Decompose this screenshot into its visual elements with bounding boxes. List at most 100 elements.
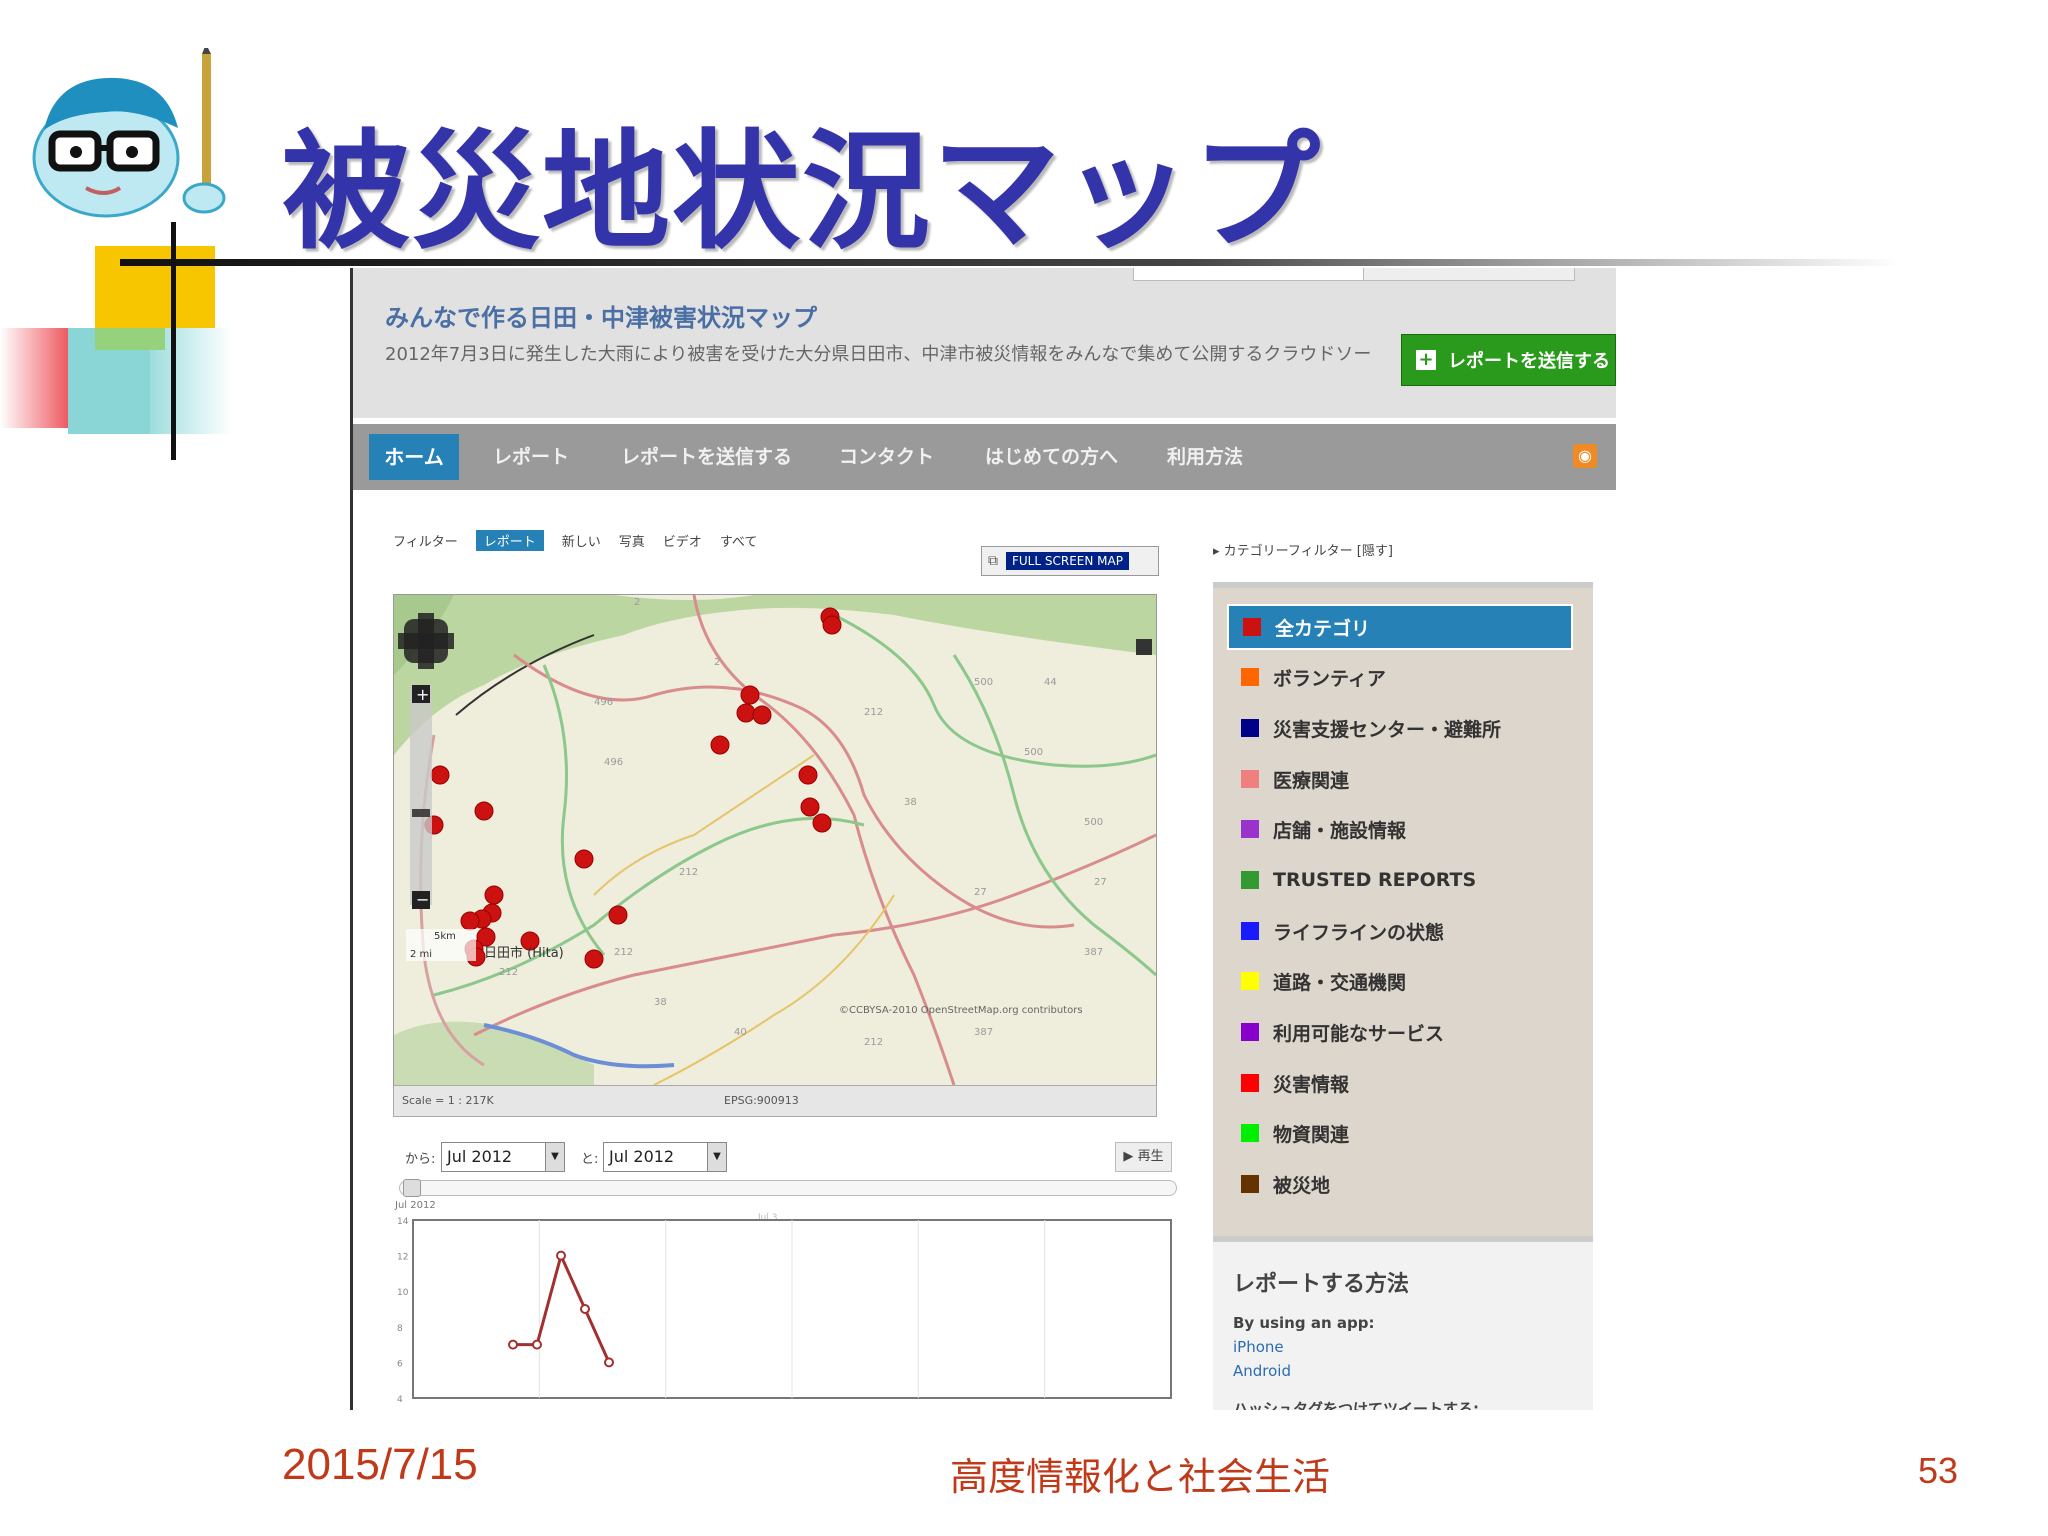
chevron-down-icon: ▼ [545,1143,564,1171]
category-swatch [1241,668,1259,686]
timeline-slider[interactable] [399,1180,1177,1196]
svg-text:44: 44 [1044,677,1057,688]
svg-text:38: 38 [654,997,667,1008]
reports-timeline-chart: Jul 2012 Jul 3 14 12 10 8 6 4 [393,1198,1175,1410]
category-item-medical[interactable]: 医療関連 [1227,756,1573,802]
filter-video[interactable]: ビデオ [663,531,702,550]
chart-y-tick: 14 [397,1217,409,1227]
filter-new[interactable]: 新しい [562,531,601,550]
nav-item-submit[interactable]: レポートを送信する [621,424,792,490]
from-date-value: Jul 2012 [447,1147,513,1166]
layer-switcher-icon[interactable] [1136,639,1152,655]
category-label: 災害情報 [1273,1073,1350,1096]
filter-bar: フィルター レポート 新しい 写真 ビデオ すべて [393,530,757,551]
rss-icon[interactable]: ◉ [1573,444,1597,468]
play-label: 再生 [1137,1149,1164,1164]
chart-point [508,1339,518,1350]
app-label: By using an app: [1233,1314,1375,1332]
category-item-all[interactable]: 全カテゴリ [1227,604,1573,650]
timeline-slider-handle[interactable] [403,1179,421,1197]
site-header: みんなで作る日田・中津被害状況マップ 2012年7月3日に発生した大雨により被害… [353,268,1616,418]
svg-text:27: 27 [1094,877,1107,888]
nav-item-home[interactable]: ホーム [369,434,459,480]
svg-text:387: 387 [1084,947,1103,958]
nav-item-first-time[interactable]: はじめての方へ [985,424,1118,490]
category-label: 被災地 [1273,1174,1331,1197]
filter-reports[interactable]: レポート [475,530,544,551]
svg-text:212: 212 [499,967,518,978]
chart-y-tick: 10 [397,1288,409,1298]
filter-all[interactable]: すべて [720,531,758,550]
mascot-icon [32,48,226,218]
category-label: 災害支援センター・避難所 [1273,718,1502,741]
category-swatch [1241,871,1259,889]
svg-text:27: 27 [974,887,987,898]
map-projection: EPSG:900913 [724,1094,799,1107]
category-swatch [1241,1023,1259,1041]
chart-point [604,1357,614,1368]
category-item-shops[interactable]: 店舗・施設情報 [1227,806,1573,852]
svg-text:2: 2 [634,597,640,608]
slide-title: 被災地状況マップ [282,118,1323,267]
header-search-input[interactable] [1133,268,1370,281]
chart-x-start-label: Jul 2012 [394,1200,436,1211]
category-panel: 全カテゴリ ボランティア 災害支援センター・避難所 医療関連 店舗・施設情報 T… [1213,582,1593,1242]
category-label: ライフラインの状態 [1273,921,1445,944]
map-scale-km: 5km [434,931,456,942]
category-filter-header: ▸ カテゴリーフィルター [隠す] [1213,540,1393,559]
header-language-select[interactable] [1363,268,1575,281]
to-date-value: Jul 2012 [609,1147,675,1166]
category-label: 物資関連 [1273,1123,1350,1146]
submit-report-button[interactable]: + レポートを送信する [1401,334,1616,386]
plus-icon: + [1416,350,1436,370]
category-swatch [1241,820,1259,838]
play-icon: ▶ [1123,1149,1134,1164]
category-item-supplies[interactable]: 物資関連 [1227,1110,1573,1156]
map-scale-mi: 2 mi [410,949,432,960]
fullscreen-map-button[interactable]: ⧉ FULL SCREEN MAP [981,546,1159,576]
category-item-roads[interactable]: 道路・交通機関 [1227,958,1573,1004]
main-nav: ホーム レポート レポートを送信する コンタクト はじめての方へ 利用方法 ◉ [353,424,1616,490]
svg-text:212: 212 [614,947,633,958]
chart-y-tick: 8 [397,1324,403,1334]
decor-vertical-line [171,222,176,460]
how-to-report-panel: レポートする方法 By using an app: iPhone Android… [1213,1242,1593,1410]
decor-green-block [95,328,165,350]
category-item-lifeline[interactable]: ライフラインの状態 [1227,908,1573,954]
category-item-affected-area[interactable]: 被災地 [1227,1161,1573,1207]
android-link[interactable]: Android [1233,1362,1291,1380]
category-filter-toggle[interactable]: [隠す] [1357,544,1393,559]
hashtag-label: ハッシュタグをつけてツイートする: [1233,1400,1480,1410]
map-canvas[interactable]: 2 2 500 44 212 496 496 500 38 500 212 27 27 387… [394,595,1156,1085]
category-swatch [1243,618,1261,636]
chart-y-tick: 6 [397,1359,403,1369]
category-label: 医療関連 [1273,769,1350,792]
chart-point [556,1250,566,1261]
map-town-label: 日田市 (Hita) [484,945,564,961]
svg-text:500: 500 [974,677,993,688]
website-screenshot: みんなで作る日田・中津被害状況マップ 2012年7月3日に発生した大雨により被害… [350,268,1616,1410]
nav-item-reports[interactable]: レポート [493,424,569,490]
site-title: みんなで作る日田・中津被害状況マップ [385,304,817,332]
fullscreen-map-label: FULL SCREEN MAP [1006,552,1129,570]
category-item-shelter[interactable]: 災害支援センター・避難所 [1227,705,1573,751]
nav-item-how-to-use[interactable]: 利用方法 [1167,424,1243,490]
how-to-report-title: レポートする方法 [1233,1272,1410,1297]
map-zoom-control[interactable]: + − [410,685,432,909]
svg-text:2: 2 [714,657,720,668]
chevron-down-icon: ▼ [707,1143,726,1171]
filter-photos[interactable]: 写真 [619,531,645,550]
from-label: から: [405,1152,436,1167]
category-item-services[interactable]: 利用可能なサービス [1227,1009,1573,1055]
category-item-volunteer[interactable]: ボランティア [1227,654,1573,700]
map-view[interactable]: 2 2 500 44 212 496 496 500 38 500 212 27 27 387… [393,594,1157,1086]
svg-text:212: 212 [864,707,883,718]
footer-date: 2015/7/15 [282,1440,478,1489]
play-button[interactable]: ▶ 再生 [1115,1142,1172,1172]
nav-item-contact[interactable]: コンタクト [839,424,934,490]
category-item-disaster-info[interactable]: 災害情報 [1227,1060,1573,1106]
iphone-link[interactable]: iPhone [1233,1338,1284,1356]
category-item-trusted[interactable]: TRUSTED REPORTS [1227,857,1573,903]
from-date-select[interactable]: Jul 2012 ▼ [441,1142,565,1172]
to-date-select[interactable]: Jul 2012 ▼ [603,1142,727,1172]
